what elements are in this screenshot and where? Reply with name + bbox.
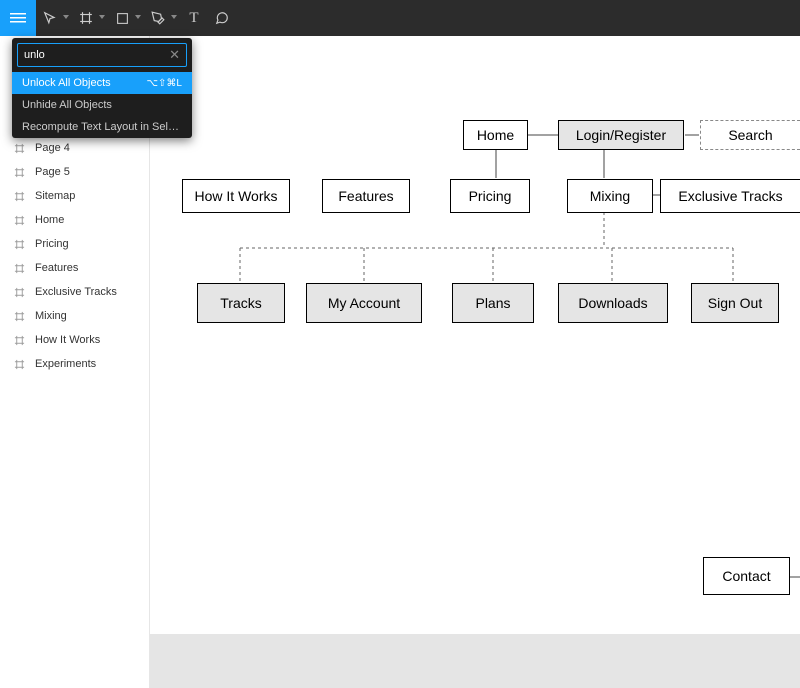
sidebar-item-how-it-works[interactable]: How It Works: [0, 328, 149, 352]
chevron-down-icon: [99, 15, 105, 19]
quick-action-recompute-text[interactable]: Recompute Text Layout in Selection: [12, 116, 192, 138]
frame-icon: [14, 215, 25, 226]
node-how-it-works[interactable]: How It Works: [182, 179, 290, 213]
sidebar-item-label: Page 4: [35, 142, 70, 154]
toolbar: T: [0, 0, 800, 36]
sidebar-item-sitemap[interactable]: Sitemap: [0, 184, 149, 208]
node-search[interactable]: Search: [700, 120, 800, 150]
quick-action-label: Unlock All Objects: [22, 77, 111, 89]
sidebar-item-label: Sitemap: [35, 190, 75, 202]
sidebar-item-features[interactable]: Features: [0, 256, 149, 280]
frame-icon: [14, 311, 25, 322]
sidebar-item-label: Page 5: [35, 166, 70, 178]
frame-icon: [14, 239, 25, 250]
shape-tool[interactable]: [108, 0, 144, 36]
quick-action-shortcut: ⌥⇧⌘L: [147, 78, 182, 89]
quick-action-unlock-all[interactable]: Unlock All Objects ⌥⇧⌘L: [12, 72, 192, 94]
move-tool[interactable]: [36, 0, 72, 36]
sidebar-item-label: Exclusive Tracks: [35, 286, 117, 298]
node-mixing[interactable]: Mixing: [567, 179, 653, 213]
canvas[interactable]: Home Login/Register Search How It Works …: [150, 36, 800, 688]
node-plans[interactable]: Plans: [452, 283, 534, 323]
node-contact[interactable]: Contact: [703, 557, 790, 595]
comment-tool[interactable]: [208, 0, 236, 36]
sidebar-item-mixing[interactable]: Mixing: [0, 304, 149, 328]
sidebar-item-exclusive-tracks[interactable]: Exclusive Tracks: [0, 280, 149, 304]
quick-actions-search[interactable]: ✕: [17, 43, 187, 67]
pen-tool[interactable]: [144, 0, 180, 36]
quick-actions-menu: ✕ Unlock All Objects ⌥⇧⌘L Unhide All Obj…: [12, 38, 192, 138]
sidebar-item-page4[interactable]: Page 4: [0, 136, 149, 160]
sidebar-item-label: Pricing: [35, 238, 69, 250]
sidebar-item-experiments[interactable]: Experiments: [0, 352, 149, 376]
sidebar-item-label: Mixing: [35, 310, 67, 322]
main-menu-button[interactable]: [0, 0, 36, 36]
chevron-down-icon: [63, 15, 69, 19]
sidebar-item-label: Home: [35, 214, 64, 226]
frame-icon: [14, 263, 25, 274]
frame-icon: [14, 359, 25, 370]
frame-icon: [14, 335, 25, 346]
frame-icon: [14, 143, 25, 154]
frame-icon: [14, 167, 25, 178]
node-pricing[interactable]: Pricing: [450, 179, 530, 213]
quick-action-unhide-all[interactable]: Unhide All Objects: [12, 94, 192, 116]
node-downloads[interactable]: Downloads: [558, 283, 668, 323]
text-tool[interactable]: T: [180, 0, 208, 36]
frame-icon: [14, 287, 25, 298]
node-tracks[interactable]: Tracks: [197, 283, 285, 323]
node-sign-out[interactable]: Sign Out: [691, 283, 779, 323]
sidebar-item-pricing[interactable]: Pricing: [0, 232, 149, 256]
sidebar-item-home[interactable]: Home: [0, 208, 149, 232]
quick-actions-input[interactable]: [24, 49, 169, 61]
node-features[interactable]: Features: [322, 179, 410, 213]
canvas-footer-bar: [150, 634, 800, 688]
clear-icon[interactable]: ✕: [169, 47, 180, 63]
chevron-down-icon: [135, 15, 141, 19]
sidebar-item-label: Features: [35, 262, 78, 274]
quick-action-label: Unhide All Objects: [22, 99, 112, 111]
node-login-register[interactable]: Login/Register: [558, 120, 684, 150]
frame-tool[interactable]: [72, 0, 108, 36]
sidebar-item-label: Experiments: [35, 358, 96, 370]
node-exclusive-tracks[interactable]: Exclusive Tracks: [660, 179, 800, 213]
chevron-down-icon: [171, 15, 177, 19]
sidebar-item-page5[interactable]: Page 5: [0, 160, 149, 184]
frame-icon: [14, 191, 25, 202]
node-my-account[interactable]: My Account: [306, 283, 422, 323]
node-home[interactable]: Home: [463, 120, 528, 150]
sidebar-item-label: How It Works: [35, 334, 100, 346]
